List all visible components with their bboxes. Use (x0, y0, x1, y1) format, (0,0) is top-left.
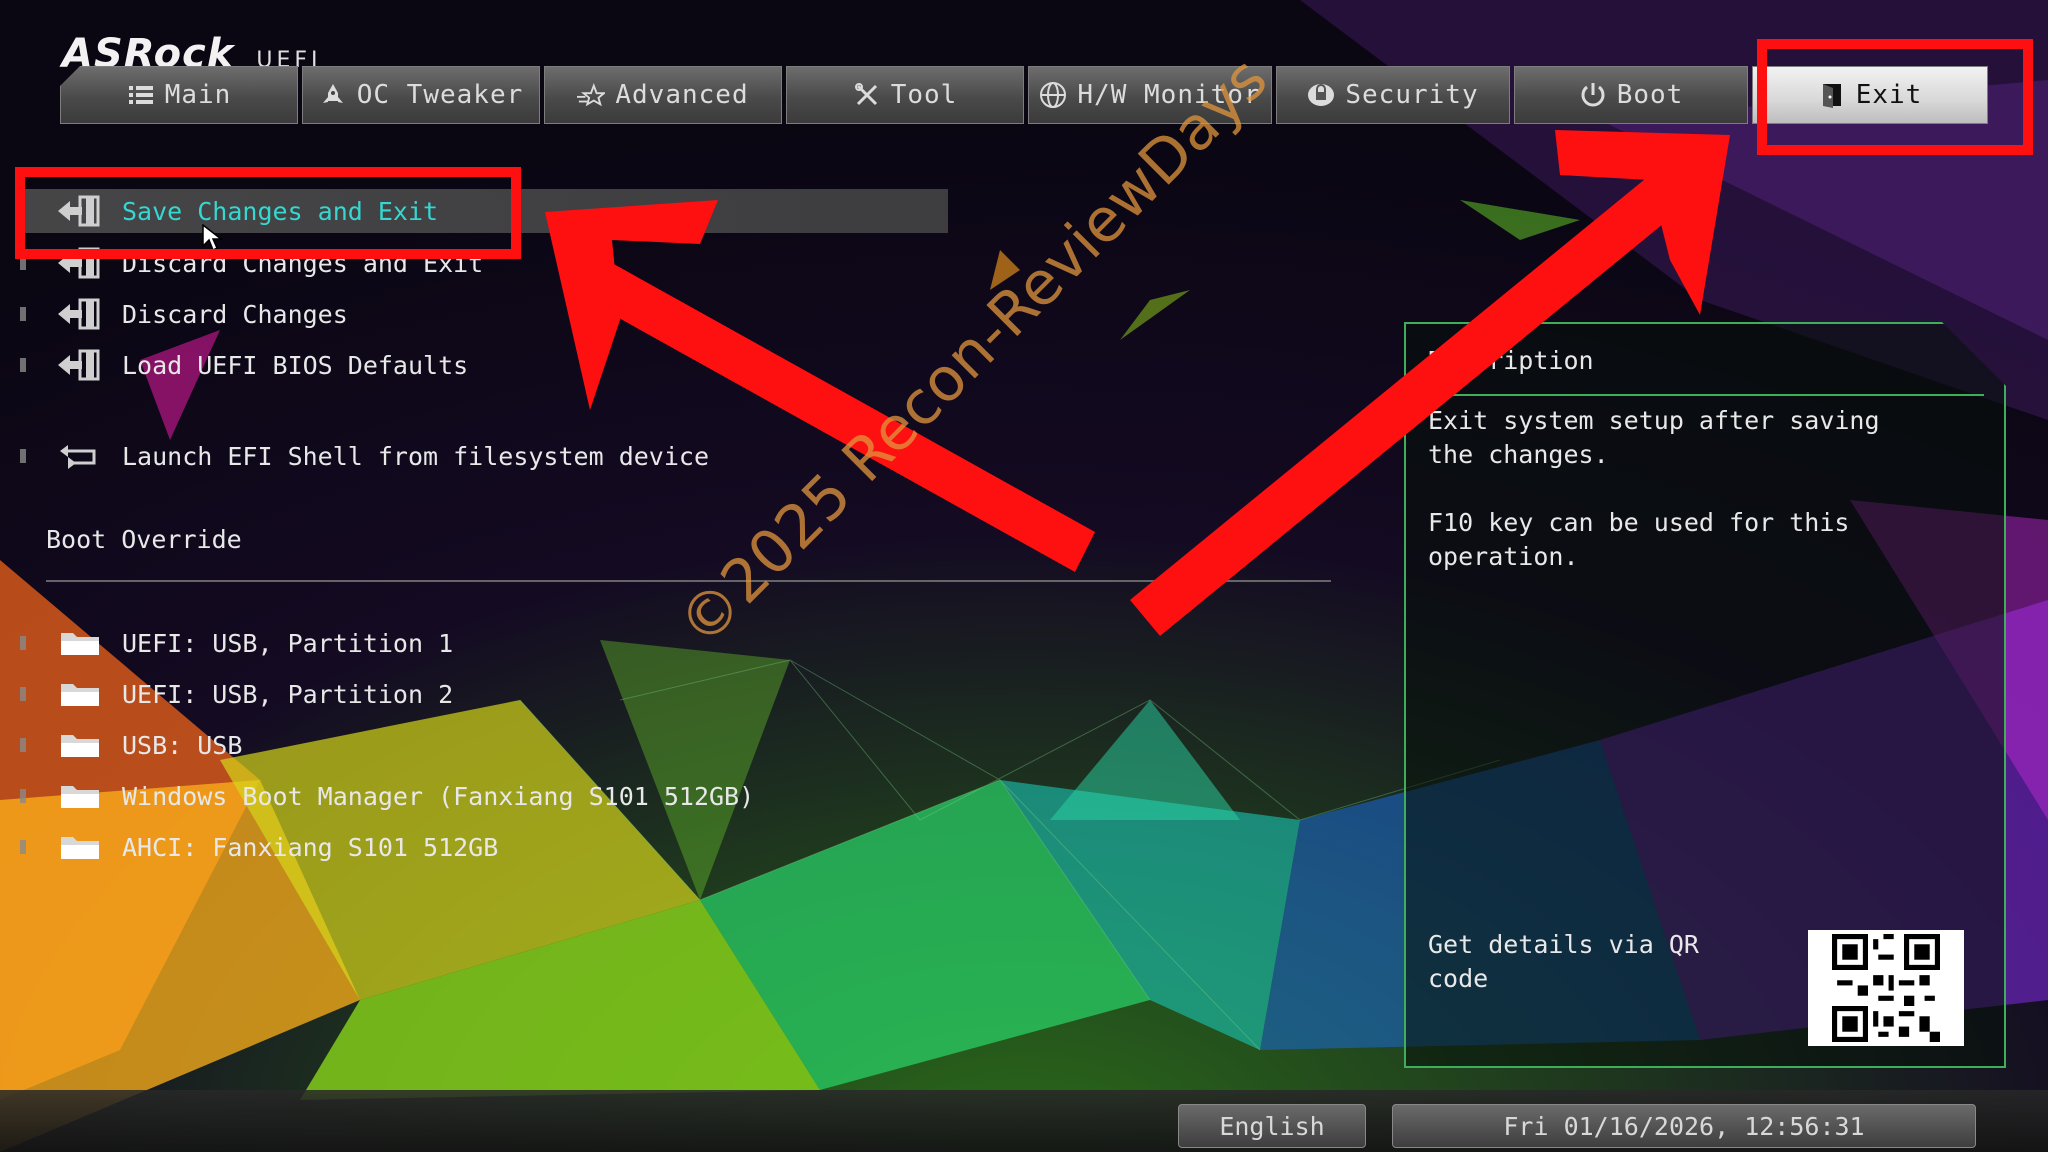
qr-label: Get details via QR code (1428, 930, 1699, 993)
row-marker (20, 449, 26, 463)
menu-item-label: Save Changes and Exit (122, 196, 439, 226)
row-marker (20, 840, 26, 854)
tab-tool[interactable]: Tool (786, 66, 1024, 124)
row-marker (20, 687, 26, 701)
tab-label: OC Tweaker (356, 80, 524, 110)
monitor-icon (1039, 81, 1067, 109)
folder-icon (58, 626, 102, 660)
language-selector[interactable]: English (1178, 1104, 1366, 1148)
description-text: Exit system setup after saving the chang… (1428, 406, 1880, 571)
boot-device-uefi-usb-partition-1[interactable]: UEFI: USB, Partition 1 (20, 621, 453, 665)
folder-icon (58, 728, 102, 762)
boot-device-ahci[interactable]: AHCI: Fanxiang S101 512GB (20, 825, 498, 869)
menu-item-discard-changes[interactable]: Discard Changes (20, 292, 348, 336)
list-icon (127, 81, 155, 109)
tab-exit[interactable]: Exit (1752, 66, 1988, 124)
menu-item-discard-changes-and-exit[interactable]: Discard Changes and Exit (20, 241, 483, 285)
menu-item-label: Discard Changes and Exit (122, 248, 484, 278)
tab-label: Boot (1616, 80, 1684, 110)
row-marker (20, 789, 26, 803)
boot-device-uefi-usb-partition-2[interactable]: UEFI: USB, Partition 2 (20, 672, 453, 716)
row-marker (20, 738, 26, 752)
mouse-cursor-icon (202, 224, 224, 252)
menu-item-label: Launch EFI Shell from filesystem device (122, 441, 709, 471)
row-marker (20, 636, 26, 650)
tab-label: Tool (890, 80, 958, 110)
tab-main[interactable]: Main (60, 66, 298, 124)
row-marker (20, 256, 26, 270)
menu-item-label: Discard Changes (122, 299, 348, 329)
menu-item-launch-efi-shell[interactable]: Launch EFI Shell from filesystem device (20, 434, 709, 478)
exit-menu: Save Changes and Exit Discard Changes an… (0, 185, 1400, 865)
tab-label: Advanced (615, 80, 749, 110)
tab-oc-tweaker[interactable]: OC Tweaker (302, 66, 540, 124)
rocket-icon (319, 81, 347, 109)
exit-arrow-icon (58, 194, 102, 228)
exit-arrow-icon (58, 348, 102, 382)
boot-device-label: AHCI: Fanxiang S101 512GB (122, 832, 499, 862)
folder-icon (58, 779, 102, 813)
menu-item-load-uefi-defaults[interactable]: Load UEFI BIOS Defaults (20, 343, 468, 387)
tab-boot[interactable]: Boot (1514, 66, 1748, 124)
qr-code-icon[interactable] (1808, 930, 1964, 1046)
row-marker (20, 307, 26, 321)
power-icon (1579, 81, 1607, 109)
date-time-display[interactable]: Fri 01/16/2026, 12:56:31 (1392, 1104, 1976, 1148)
tab-label: Exit (1855, 80, 1923, 110)
menu-item-label: Load UEFI BIOS Defaults (122, 350, 469, 380)
folder-icon (58, 677, 102, 711)
boot-device-label: UEFI: USB, Partition 2 (122, 679, 454, 709)
description-panel: Description Exit system setup after savi… (1404, 322, 2006, 1068)
tab-advanced[interactable]: Advanced (544, 66, 782, 124)
boot-device-windows-boot-manager[interactable]: Windows Boot Manager (Fanxiang S101 512G… (20, 774, 754, 818)
tools-icon (853, 81, 881, 109)
menu-item-save-changes-and-exit[interactable]: Save Changes and Exit (20, 189, 948, 233)
section-divider (46, 580, 1331, 582)
exit-arrow-icon (58, 246, 102, 280)
row-marker (20, 358, 26, 372)
boot-device-label: UEFI: USB, Partition 1 (122, 628, 454, 658)
tab-label: Main (164, 80, 232, 110)
exit-door-icon (1818, 81, 1846, 109)
swap-arrows-icon (58, 439, 102, 473)
boot-override-heading: Boot Override (46, 525, 242, 554)
tab-label: Security (1345, 80, 1479, 110)
star-icon (577, 81, 606, 109)
main-tab-bar: Main OC Tweaker Advanced Tool H/W Monito… (60, 66, 2008, 126)
boot-device-label: Windows Boot Manager (Fanxiang S101 512G… (122, 781, 755, 811)
exit-arrow-icon (58, 297, 102, 331)
description-divider (1428, 394, 1984, 396)
tab-security[interactable]: Security (1276, 66, 1510, 124)
boot-device-label: USB: USB (122, 730, 243, 760)
boot-device-usb[interactable]: USB: USB (20, 723, 242, 767)
shield-icon (1307, 81, 1335, 109)
description-title: Description (1428, 346, 1594, 375)
folder-icon (58, 830, 102, 864)
